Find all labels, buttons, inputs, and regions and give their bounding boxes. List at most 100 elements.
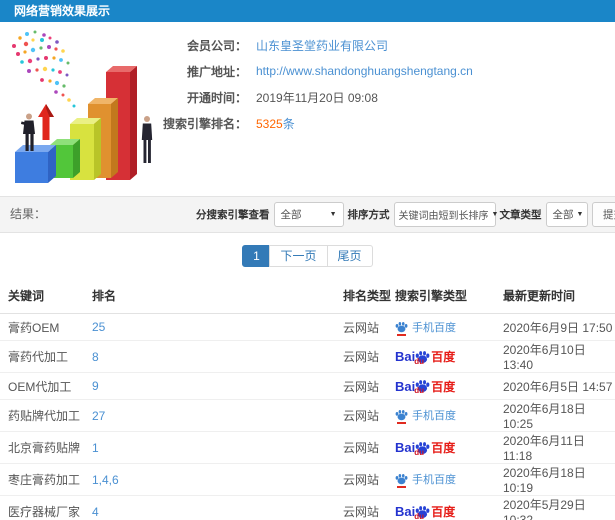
baidu-du-text: du: [414, 511, 425, 520]
field-opened-time: 开通时间： 2019年11月20日 09:08: [0, 84, 615, 110]
mobile-baidu-icon: [395, 473, 408, 488]
updated-cell: 2020年5月29日 10:32: [503, 495, 615, 520]
rank-unit: 条: [282, 116, 295, 131]
mobile-baidu-icon: [395, 409, 408, 424]
member-info: 会员公司： 山东皇圣堂药业有限公司 推广地址： http://www.shand…: [0, 32, 615, 136]
baidu-logo-text: Bai: [395, 378, 416, 394]
table-row: 枣庄膏药加工 1,4,6 云网站 手机百度 2020年6月18日 10:19: [0, 463, 615, 496]
engine-filter-label: 分搜索引擎查看: [196, 209, 270, 221]
engine-rank-label: 搜索引擎排名：: [162, 116, 247, 131]
baidu-cn-text: 百度: [431, 379, 456, 394]
window-title-bar: 网络营销效果展示: [0, 0, 615, 22]
chevron-down-icon: ▼: [491, 211, 499, 218]
chevron-down-icon: ▼: [329, 211, 337, 218]
baidu-logo: Bai du 百度: [395, 503, 455, 520]
engine-rank-value: 5325条: [256, 115, 295, 132]
rank-link[interactable]: 1,4,6: [92, 473, 119, 487]
mobile-baidu-badge: 手机百度: [395, 471, 456, 488]
updated-cell: 2020年6月18日 10:19: [503, 463, 615, 496]
page: 网络营销效果展示 会员公司： 山东皇圣堂药业有限公司 推广地址： http://…: [0, 0, 615, 520]
filters: 分搜索引擎查看 全部 ▼ 排序方式 关键词由短到长排序 ▼ 文章类型 全部 ▼ …: [196, 197, 615, 232]
baidu-logo: Bai du 百度: [395, 439, 456, 457]
baidu-paw: du: [414, 505, 430, 520]
results-table-body: 膏药OEM 25 云网站 手机百度 2020年6月9日 17:50 膏药代加工 8 云网站 Ba…: [0, 313, 615, 520]
page-1-button[interactable]: 1: [242, 245, 271, 267]
table-row: OEM代加工 9 云网站 Bai du 百度 2020年6月5日 14:57: [0, 372, 615, 400]
header-keyword: 关键词: [0, 283, 92, 314]
table-row: 医疗器械厂家 4 云网站 Bai du 百度 2020年5月29日 10:32: [0, 495, 615, 520]
rank-link[interactable]: 25: [92, 320, 105, 334]
table-row: 药贴牌代加工 27 云网站 手机百度 2020年6月18日 10:25: [0, 399, 615, 432]
table-row: 膏药代加工 8 云网站 Bai du 百度 2020年6月10日 13:40: [0, 340, 615, 373]
keyword-cell: 枣庄膏药加工: [0, 463, 92, 496]
company-label: 会员公司：: [186, 38, 247, 53]
updated-cell: 2020年6月10日 13:40: [503, 340, 615, 373]
updated-cell: 2020年6月11日 11:18: [503, 431, 615, 464]
field-promo-url: 推广地址： http://www.shandonghuangshengtang.…: [0, 58, 615, 84]
rank-type-cell: 云网站: [343, 399, 395, 432]
last-page-button[interactable]: 尾页: [326, 245, 373, 267]
baidu-paw-icon: [395, 321, 408, 332]
engine-label: 手机百度: [412, 410, 456, 422]
baidu-du-text: du: [414, 447, 425, 457]
rank-link[interactable]: 4: [92, 505, 99, 519]
rank-type-cell: 云网站: [343, 495, 395, 520]
field-company: 会员公司： 山东皇圣堂药业有限公司: [0, 32, 615, 58]
opened-time-label: 开通时间：: [186, 90, 247, 105]
rank-link[interactable]: 8: [92, 350, 99, 364]
keyword-cell: 医疗器械厂家: [0, 495, 92, 520]
baidu-du-text: du: [414, 356, 425, 366]
rank-link[interactable]: 27: [92, 409, 105, 423]
mobile-baidu-icon: [395, 321, 408, 336]
promo-url-label: 推广地址：: [186, 64, 247, 79]
baidu-paw: du: [414, 350, 430, 366]
field-engine-rank: 搜索引擎排名： 5325条: [0, 110, 615, 136]
rank-link[interactable]: 9: [92, 379, 99, 393]
rank-type-cell: 云网站: [343, 372, 395, 400]
table-row: 北京膏药贴牌 1 云网站 Bai du 百度 2020年6月11日 11:18: [0, 431, 615, 464]
mobile-baidu-underline: [397, 486, 406, 488]
filter-bar: 结果： 分搜索引擎查看 全部 ▼ 排序方式 关键词由短到长排序 ▼ 文章类型 全…: [0, 196, 615, 233]
header-engine-type: 搜索引擎类型: [395, 283, 503, 314]
baidu-logo: Bai du 百度: [395, 378, 456, 396]
submit-button[interactable]: 提交: [591, 202, 615, 227]
rank-type-cell: 云网站: [343, 313, 395, 341]
baidu-du-text: du: [414, 386, 425, 395]
rank-link[interactable]: 1: [92, 441, 99, 455]
baidu-paw: du: [414, 379, 430, 395]
promo-url-link[interactable]: http://www.shandonghuangshengtang.cn: [256, 64, 473, 78]
header-rank: 排名: [92, 283, 343, 314]
engine-filter-value: 全部: [280, 209, 302, 221]
mobile-baidu-badge: 手机百度: [395, 319, 456, 336]
baidu-cn-text: 百度: [431, 505, 456, 519]
mobile-baidu-badge: 手机百度: [395, 407, 456, 424]
updated-cell: 2020年6月9日 17:50: [503, 313, 615, 341]
sort-select[interactable]: 关键词由短到长排序 ▼: [393, 202, 499, 227]
baidu-logo-text: Bai: [395, 440, 416, 455]
baidu-logo-text: Bai: [395, 349, 416, 364]
baidu-cn-text: 百度: [431, 441, 456, 455]
table-row: 膏药OEM 25 云网站 手机百度 2020年6月9日 17:50: [0, 313, 615, 341]
article-type-select[interactable]: 全部 ▼: [545, 202, 588, 227]
sort-value: 关键词由短到长排序: [398, 211, 489, 222]
pagination: 1 下一页 尾页: [0, 245, 615, 267]
mobile-baidu-underline: [397, 422, 406, 424]
next-page-button[interactable]: 下一页: [269, 245, 328, 267]
keyword-cell: 膏药代加工: [0, 340, 92, 373]
article-type-value: 全部: [552, 209, 574, 221]
baidu-logo: Bai du 百度: [395, 348, 456, 366]
company-link[interactable]: 山东皇圣堂药业有限公司: [256, 37, 388, 54]
rank-type-cell: 云网站: [343, 340, 395, 373]
baidu-logo-text: Bai: [395, 504, 416, 519]
engine-filter-select[interactable]: 全部 ▼: [273, 202, 344, 227]
updated-cell: 2020年6月18日 10:25: [503, 399, 615, 432]
keyword-cell: 膏药OEM: [0, 313, 92, 341]
header-rank-type: 排名类型: [343, 283, 395, 314]
keyword-cell: 北京膏药贴牌: [0, 431, 92, 464]
bar-blue: [15, 145, 56, 183]
keyword-cell: OEM代加工: [0, 372, 92, 400]
baidu-cn-text: 百度: [431, 350, 456, 364]
rank-type-cell: 云网站: [343, 431, 395, 464]
chevron-down-icon: ▼: [576, 211, 584, 218]
opened-time-value: 2019年11月20日 09:08: [256, 90, 378, 105]
